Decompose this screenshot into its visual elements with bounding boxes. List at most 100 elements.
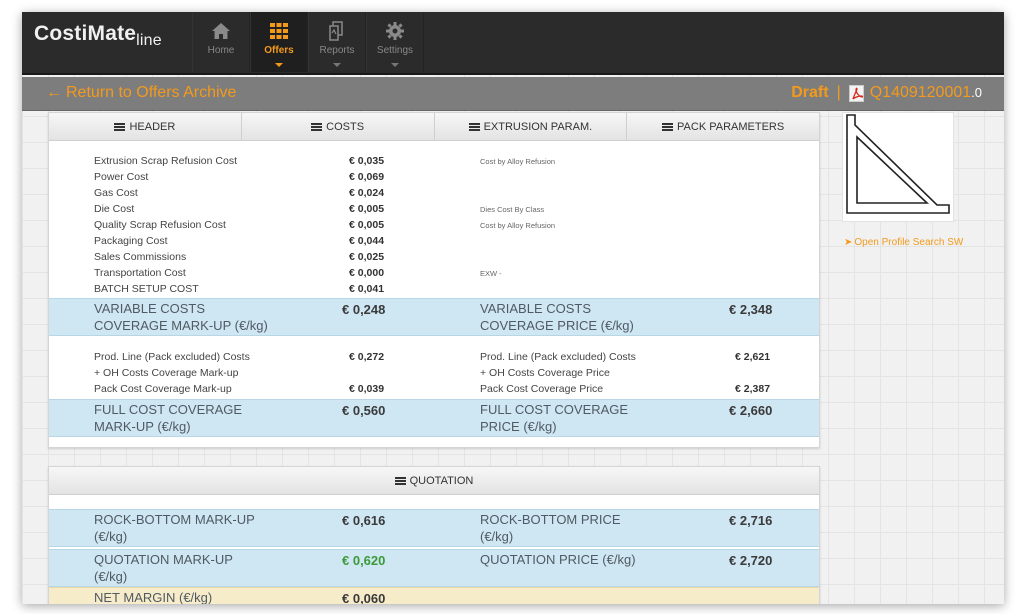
nav-home[interactable]: Home bbox=[192, 12, 250, 72]
cost-note: EXW - bbox=[480, 269, 502, 278]
cost-label: BATCH SETUP COST bbox=[94, 283, 199, 295]
profile-drawing bbox=[842, 112, 954, 222]
tab-pack-label: PACK PARAMETERS bbox=[677, 120, 785, 133]
reports-icon bbox=[329, 21, 343, 41]
tab-costs-label: COSTS bbox=[326, 120, 365, 133]
tab-header-label: HEADER bbox=[129, 120, 176, 133]
mid-label: Pack Cost Coverage Price bbox=[480, 383, 604, 395]
mid-label: Prod. Line (Pack excluded) Costs bbox=[480, 351, 636, 363]
top-navbar: CostiMateline Home Offers Reports Settin… bbox=[22, 12, 1004, 75]
mid-label: Prod. Line (Pack excluded) Costs bbox=[94, 351, 250, 363]
list-icon bbox=[311, 122, 323, 131]
variable-price-value: € 2,348 bbox=[729, 302, 773, 317]
mid-value: € 2,621 bbox=[735, 351, 771, 363]
chevron-down-icon bbox=[275, 63, 283, 67]
main-nav: Home Offers Reports Settings bbox=[192, 12, 424, 72]
cost-note: Cost by Alloy Refusion bbox=[480, 221, 556, 230]
nav-offers[interactable]: Offers bbox=[250, 12, 308, 72]
tab-extrusion-param[interactable]: EXTRUSION PARAM. bbox=[434, 113, 628, 140]
list-icon bbox=[394, 476, 406, 485]
offer-status-area: Draft | Q1409120001.0 bbox=[791, 84, 982, 102]
profile-shape-image bbox=[846, 114, 950, 214]
home-icon bbox=[212, 23, 230, 39]
send-icon: ➤ bbox=[844, 237, 853, 248]
band-label: VARIABLE COSTS bbox=[480, 301, 592, 316]
quotation-price-value[interactable]: € 2,720 bbox=[729, 553, 772, 568]
quotation-panel: QUOTATION ROCK-BOTTOM MARK-UP (€/kg) € 0… bbox=[48, 466, 820, 604]
band-label: QUOTATION PRICE (€/kg) bbox=[480, 552, 636, 567]
pdf-icon[interactable] bbox=[848, 84, 864, 102]
rock-bottom-band: ROCK-BOTTOM MARK-UP (€/kg) € 0,616 ROCK-… bbox=[49, 509, 819, 547]
band-label: NET MARGIN (€/kg) bbox=[94, 590, 213, 604]
offer-number: Q1409120001 bbox=[869, 84, 972, 101]
list-icon bbox=[662, 122, 674, 131]
nav-reports-label: Reports bbox=[319, 45, 355, 56]
quotation-markup-value[interactable]: € 0,620 bbox=[342, 553, 385, 568]
tab-quotation[interactable]: QUOTATION bbox=[49, 467, 819, 495]
grid-icon bbox=[270, 23, 288, 39]
return-to-archive-label: Return to Offers Archive bbox=[66, 84, 237, 101]
cost-label: Die Cost bbox=[94, 203, 135, 215]
return-to-archive-link[interactable]: ← Return to Offers Archive bbox=[46, 84, 236, 102]
cost-value: € 0,035 bbox=[349, 155, 385, 167]
rock-bottom-price-value: € 2,716 bbox=[729, 513, 773, 528]
costs-panel: HEADER COSTS EXTRUSION PARAM. PACK PARAM… bbox=[48, 112, 820, 448]
band-label: FULL COST COVERAGE bbox=[94, 402, 243, 417]
app-window: CostiMateline Home Offers Reports Settin… bbox=[22, 12, 1004, 604]
arrow-left-icon: ← bbox=[46, 84, 62, 101]
nav-settings-label: Settings bbox=[376, 45, 414, 56]
band-label: (€/kg) bbox=[94, 529, 128, 544]
chevron-down-icon bbox=[333, 63, 341, 67]
mid-label: + OH Costs Coverage Mark-up bbox=[94, 367, 239, 379]
mid-value: € 2,387 bbox=[735, 383, 771, 395]
chevron-down-icon bbox=[391, 63, 399, 67]
net-margin-band: NET MARGIN (€/kg) € 0,060 bbox=[49, 587, 819, 604]
tab-quotation-label: QUOTATION bbox=[409, 474, 474, 487]
tab-header[interactable]: HEADER bbox=[49, 113, 242, 140]
list-icon bbox=[468, 122, 480, 131]
cost-value: € 0,044 bbox=[349, 235, 385, 247]
band-label: ROCK-BOTTOM PRICE bbox=[480, 512, 621, 527]
open-profile-search-label: Open Profile Search SW bbox=[854, 237, 964, 248]
offer-version: .0 bbox=[971, 85, 982, 100]
band-label: MARK-UP (€/kg) bbox=[94, 419, 191, 434]
variable-markup-value: € 0,248 bbox=[342, 302, 386, 317]
open-profile-search-link[interactable]: ➤ Open Profile Search SW bbox=[844, 237, 963, 248]
rock-bottom-markup-value: € 0,616 bbox=[342, 513, 386, 528]
full-price-value: € 2,660 bbox=[729, 403, 773, 418]
app-logo[interactable]: CostiMateline bbox=[34, 22, 162, 49]
nav-settings[interactable]: Settings bbox=[366, 12, 424, 72]
logo-sub: line bbox=[136, 32, 162, 49]
cost-label: Extrusion Scrap Refusion Cost bbox=[94, 155, 237, 167]
offer-tabs: HEADER COSTS EXTRUSION PARAM. PACK PARAM… bbox=[49, 113, 819, 141]
cost-label: Sales Commissions bbox=[94, 251, 187, 263]
cost-note: Dies Cost By Class bbox=[480, 205, 545, 214]
cost-value: € 0,000 bbox=[349, 267, 385, 279]
cost-value: € 0,041 bbox=[349, 283, 385, 295]
tab-pack-parameters[interactable]: PACK PARAMETERS bbox=[627, 113, 819, 140]
cost-label: Transportation Cost bbox=[94, 267, 186, 279]
cost-label: Power Cost bbox=[94, 171, 149, 183]
net-margin-value: € 0,060 bbox=[342, 591, 386, 604]
cost-label: Packaging Cost bbox=[94, 235, 168, 247]
nav-offers-label: Offers bbox=[264, 45, 294, 56]
cost-value: € 0,024 bbox=[349, 187, 385, 199]
mid-label: Pack Cost Coverage Mark-up bbox=[94, 383, 232, 395]
cost-value: € 0,005 bbox=[349, 219, 385, 231]
cost-value: € 0,025 bbox=[349, 251, 385, 263]
band-label: COVERAGE PRICE (€/kg) bbox=[480, 318, 634, 333]
band-label: COVERAGE MARK-UP (€/kg) bbox=[94, 318, 268, 333]
logo-main: CostiMate bbox=[34, 22, 137, 45]
nav-reports[interactable]: Reports bbox=[308, 12, 366, 72]
band-label: (€/kg) bbox=[94, 569, 128, 584]
full-cost-band: FULL COST COVERAGE MARK-UP (€/kg) € 0,56… bbox=[49, 399, 819, 437]
offer-number-link[interactable]: Q1409120001.0 bbox=[870, 84, 982, 102]
mid-value: € 0,039 bbox=[349, 383, 385, 395]
tab-costs[interactable]: COSTS bbox=[241, 113, 435, 140]
status-separator: | bbox=[836, 84, 841, 101]
band-label: ROCK-BOTTOM MARK-UP bbox=[94, 512, 255, 527]
gear-icon bbox=[386, 22, 404, 40]
quotation-band: QUOTATION MARK-UP (€/kg) € 0,620 QUOTATI… bbox=[49, 549, 819, 587]
cost-value: € 0,005 bbox=[349, 203, 385, 215]
variable-costs-band: VARIABLE COSTS COVERAGE MARK-UP (€/kg) €… bbox=[49, 298, 819, 336]
